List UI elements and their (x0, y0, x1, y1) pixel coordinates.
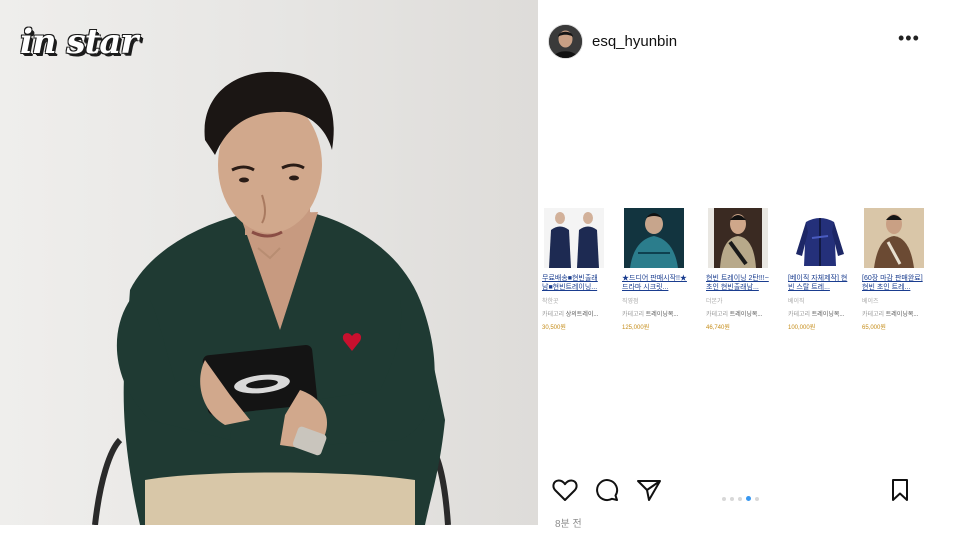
product-title-line2[interactable]: 현빈 초인 트레... (862, 283, 930, 292)
category-label: 카테고리 (706, 312, 729, 318)
product-price: 46,740원 (706, 325, 730, 331)
product-category: 카테고리 트레이닝복... (622, 309, 690, 318)
send-icon[interactable] (636, 478, 662, 502)
carousel-dot (738, 497, 742, 501)
product-category: 카테고리 트레이닝복... (788, 309, 856, 318)
instagram-post: esq_hyunbin ••• 무료배송■현빈출래 남■현빈트레이닝... 착한… (538, 0, 959, 533)
product-card[interactable]: 무료배송■현빈출래 남■현빈트레이닝... 착한곳 카테고리 상의트레이... … (542, 208, 610, 331)
product-card[interactable]: 현빈 트레이닝 2탄!!!~ 초인 현빈출래남... 더본가 카테고리 트레이닝… (706, 208, 774, 331)
product-title[interactable]: 무료배송■현빈출래 (542, 274, 610, 283)
category-label: 카테고리 (542, 312, 565, 318)
carousel-dot (730, 497, 734, 501)
username[interactable]: esq_hyunbin (592, 33, 677, 50)
product-thumbnail (708, 208, 768, 268)
carousel-dot (755, 497, 759, 501)
bookmark-icon[interactable] (888, 478, 912, 502)
product-seller: 베이직 (788, 299, 805, 305)
post-timestamp: 8분 전 (555, 519, 582, 530)
category-label: 카테고리 (622, 312, 645, 318)
product-price: 100,000원 (788, 325, 816, 331)
product-title[interactable]: [베이직 자체제작] 현 (788, 274, 856, 283)
product-card[interactable]: [베이직 자체제작] 현 빈 스탈 트레... 베이직 카테고리 트레이닝복..… (788, 208, 856, 331)
product-card[interactable]: [60장 마감 판매완료] 현빈 초인 트레... 베이즈 카테고리 트레이닝복… (862, 208, 930, 331)
product-thumbnail (624, 208, 684, 268)
product-seller: 착한곳 (542, 299, 559, 305)
product-title[interactable]: ★드디어 판매시작!!★ (622, 274, 690, 283)
category-label: 카테고리 (862, 312, 885, 318)
product-category: 카테고리 상의트레이... (542, 309, 610, 318)
post-actions (550, 478, 920, 506)
product-title-line2[interactable]: 드라마 시크릿... (622, 283, 690, 292)
category-value: 트레이닝복... (729, 312, 763, 318)
category-value: 트레이닝복... (811, 312, 845, 318)
product-thumbnail (544, 208, 604, 268)
carousel-dot (722, 497, 726, 501)
category-value: 상의트레이... (565, 312, 599, 318)
product-title-line2[interactable]: 빈 스탈 트레... (788, 283, 856, 292)
product-title-line2[interactable]: 남■현빈트레이닝... (542, 283, 610, 292)
product-seller: 직영점 (622, 299, 639, 305)
product-seller: 베이즈 (862, 299, 879, 305)
more-options-icon[interactable]: ••• (898, 28, 920, 49)
product-title[interactable]: [60장 마감 판매완료] (862, 274, 930, 283)
in-star-logo: in star (20, 22, 138, 62)
product-price: 65,000원 (862, 325, 886, 331)
product-price: 30,500원 (542, 325, 566, 331)
product-category: 카테고리 트레이닝복... (862, 309, 930, 318)
product-thumbnail (864, 208, 924, 268)
category-value: 트레이닝복... (645, 312, 679, 318)
product-title-line2[interactable]: 초인 현빈출래남... (706, 283, 774, 292)
category-value: 트레이닝복... (885, 312, 919, 318)
product-card[interactable]: ★드디어 판매시작!!★ 드라마 시크릿... 직영점 카테고리 트레이닝복..… (622, 208, 690, 331)
avatar[interactable] (548, 24, 583, 59)
category-label: 카테고리 (788, 312, 811, 318)
product-thumbnail (790, 208, 850, 268)
product-listing-image: 무료배송■현빈출래 남■현빈트레이닝... 착한곳 카테고리 상의트레이... … (542, 208, 952, 333)
carousel-indicator (720, 488, 761, 506)
video-frame: in star (0, 0, 538, 525)
comment-icon[interactable] (594, 478, 620, 502)
carousel-dot-active (746, 496, 751, 501)
product-title[interactable]: 현빈 트레이닝 2탄!!!~ (706, 274, 774, 283)
person-reading-tablet (92, 71, 451, 525)
heart-icon[interactable] (552, 478, 578, 502)
product-price: 125,000원 (622, 325, 650, 331)
product-category: 카테고리 트레이닝복... (706, 309, 774, 318)
post-header: esq_hyunbin ••• (548, 24, 948, 60)
product-seller: 더본가 (706, 299, 723, 305)
